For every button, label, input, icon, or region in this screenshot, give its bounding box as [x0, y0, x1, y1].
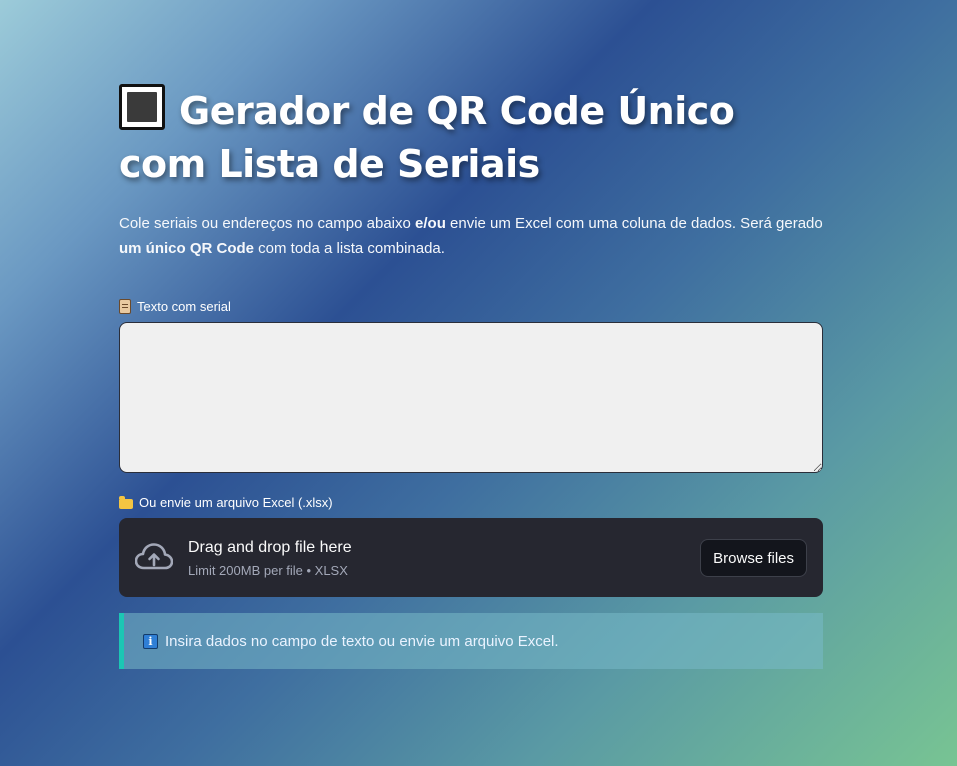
serial-text-area[interactable] — [119, 322, 823, 473]
text-input-label: Texto com serial — [119, 299, 823, 314]
browse-files-button[interactable]: Browse files — [700, 539, 807, 577]
dropzone-title: Drag and drop file here — [188, 539, 352, 556]
page-description: Cole seriais ou endereços no campo abaix… — [119, 211, 823, 261]
page-title-text: Gerador de QR Code Único com Lista de Se… — [119, 89, 735, 186]
info-icon: i — [143, 633, 158, 649]
description-part1: Cole seriais ou endereços no campo abaix… — [119, 215, 416, 232]
cloud-upload-icon — [135, 543, 173, 570]
description-part3: com toda a lista combinada. — [254, 240, 445, 257]
dropzone-text: Drag and drop file here Limit 200MB per … — [188, 538, 352, 580]
folder-icon — [119, 495, 133, 509]
file-input-label-text: Ou envie um arquivo Excel (.xlsx) — [139, 495, 333, 510]
scroll-icon — [119, 299, 131, 314]
description-bold1: e/ou — [415, 215, 446, 232]
file-input-label: Ou envie um arquivo Excel (.xlsx) — [119, 495, 823, 510]
info-message: Insira dados no campo de texto ou envie … — [165, 632, 559, 650]
text-input-label-text: Texto com serial — [137, 299, 231, 314]
description-part2: envie um Excel com uma coluna de dados. … — [445, 215, 823, 232]
dropzone-limit: Limit 200MB per file • XLSX — [188, 563, 348, 578]
description-bold2: um único QR Code — [119, 240, 254, 257]
main-content: Gerador de QR Code Único com Lista de Se… — [119, 84, 823, 669]
file-dropzone[interactable]: Drag and drop file here Limit 200MB per … — [119, 518, 823, 597]
page-title: Gerador de QR Code Único com Lista de Se… — [119, 84, 823, 191]
qr-code-icon — [119, 84, 165, 130]
info-alert: i Insira dados no campo de texto ou envi… — [119, 613, 823, 669]
